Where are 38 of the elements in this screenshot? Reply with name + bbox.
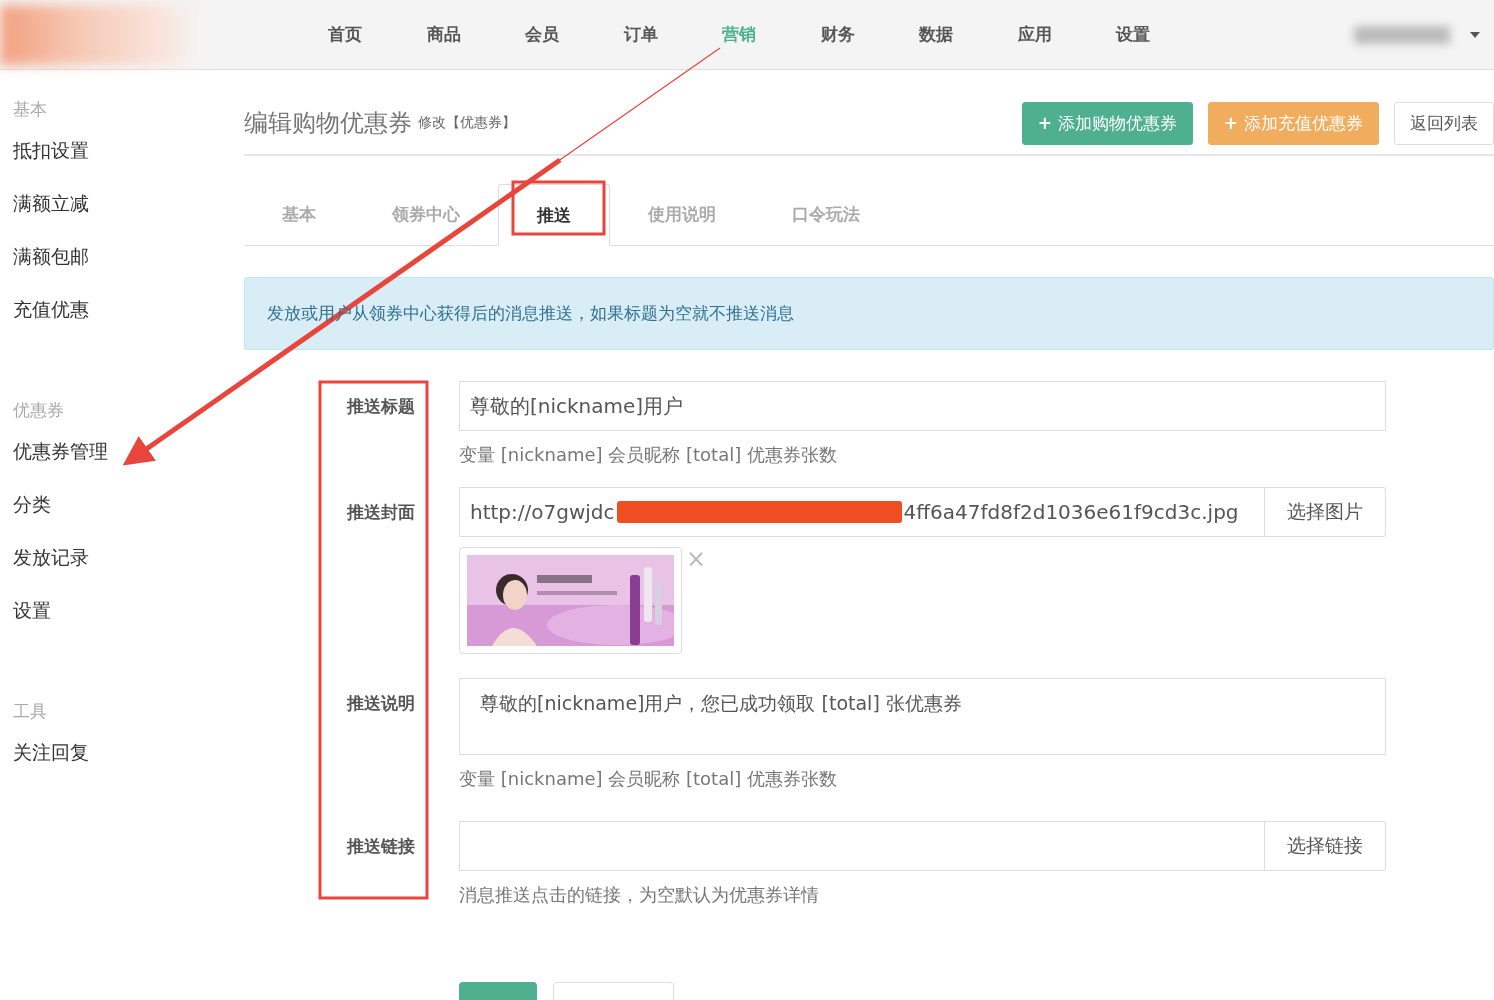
select-image-button[interactable]: 选择图片 [1265,487,1386,537]
sidebar-item[interactable]: 满额立减 [13,190,244,243]
nav-item[interactable]: 应用 [985,23,1084,46]
sidebar-item[interactable]: 设置 [13,597,244,650]
url-field[interactable]: http://o7gwjdc 4ff6a47fd8f2d1036e61f9cd3c.jpg [459,487,1265,537]
sidebar-item[interactable]: 优惠券管理 [13,438,244,491]
nav-item[interactable]: 首页 [296,23,395,46]
nav-item[interactable]: 会员 [493,23,592,46]
sidebar-item[interactable]: 关注回复 [13,739,244,792]
sidebar-group-title: 基本 [13,98,48,121]
help-text: 变量 [nickname] 会员昵称 [total] 优惠券张数 [459,443,838,467]
nav-item[interactable]: 财务 [788,23,887,46]
sidebar-item[interactable]: 分类 [13,491,244,544]
form-label: 推送标题 [345,395,416,418]
description-field[interactable]: 尊敬的[nickname]用户，您已成功领取 [total] 张优惠券 [459,678,1386,755]
form-label: 推送链接 [345,835,416,858]
nav-item[interactable]: 设置 [1084,23,1183,46]
sidebar-group-title: 工具 [13,700,48,723]
sidebar-item[interactable]: 满额包邮 [13,243,244,296]
header-button[interactable]: 返回列表 [1394,101,1494,145]
nav-item[interactable]: 商品 [394,23,493,46]
help-text: 变量 [nickname] 会员昵称 [total] 优惠券张数 [459,767,838,791]
caret-icon[interactable] [1470,31,1480,38]
page-subtitle: 修改【优惠券】 [418,114,516,132]
link-field[interactable] [459,821,1265,871]
help-text: 消息推送点击的链接，为空默认为优惠券详情 [459,883,820,907]
select-link-button[interactable]: 选择链接 [1265,821,1386,871]
sidebar-item[interactable]: 抵扣设置 [13,137,244,190]
sidebar-item[interactable]: 发放记录 [13,544,244,597]
nav-item[interactable]: 数据 [887,23,986,46]
title-field[interactable]: 尊敬的[nickname]用户 [459,381,1386,431]
form-label: 推送说明 [345,692,416,715]
sidebar-group-title: 优惠券 [13,399,65,422]
sidebar-item[interactable]: 充值优惠 [13,296,244,349]
tab[interactable]: 推送 [498,184,610,246]
form-label: 推送封面 [345,501,416,524]
nav-item[interactable]: 订单 [591,23,690,46]
page-title: 编辑购物优惠券 [244,108,412,139]
